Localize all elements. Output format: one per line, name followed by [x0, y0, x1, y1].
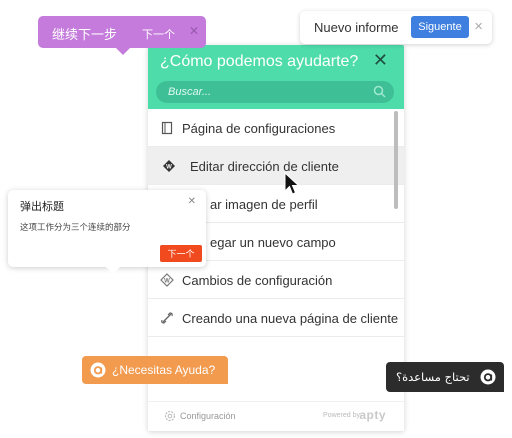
next-button[interactable]: Siguente: [411, 16, 469, 38]
apty-logo-icon: [480, 369, 496, 385]
panel-footer: Configuración Powered by apty: [148, 401, 404, 431]
list-item-label: ar imagen de perfil: [210, 197, 318, 212]
list-item[interactable]: Página de configuraciones: [148, 109, 404, 147]
popup-card: 弹出标题 ✕ 这项工作分为三个连续的部分 下一个: [8, 190, 206, 274]
walkthrough-icon: W: [163, 160, 175, 172]
list-item-label: Creando una nueva página de cliente: [182, 311, 399, 326]
popup-next-button[interactable]: 下一个: [160, 245, 202, 262]
step-tooltip: 继续下一步 下一个 ✕: [38, 16, 206, 55]
report-tip-text: Nuevo informe: [314, 20, 399, 35]
svg-text:W: W: [164, 279, 170, 285]
svg-text:W: W: [166, 165, 172, 171]
settings-link[interactable]: Configuración: [180, 411, 236, 421]
gear-icon[interactable]: [164, 410, 176, 422]
panel-title: ¿Cómo podemos ayudarte?: [160, 53, 359, 70]
popup-body: 这项工作分为三个连续的部分: [20, 223, 131, 233]
list-item-label: Página de configuraciones: [182, 121, 336, 136]
mouse-cursor-icon: [284, 172, 300, 195]
list-item[interactable]: Creando una nueva página de cliente: [148, 299, 404, 337]
search-box: [156, 81, 394, 103]
panel-header: ¿Cómo podemos ayudarte? ✕: [148, 45, 404, 109]
scrollbar[interactable]: [394, 111, 398, 209]
tooltip-next-button[interactable]: 下一个: [142, 26, 175, 42]
brand-logo: apty: [359, 408, 386, 422]
report-tip-close-button[interactable]: ✕: [474, 20, 483, 33]
help-button-arabic[interactable]: تحتاج مساعدة؟: [386, 362, 504, 392]
help-button-label: تحتاج مساعدة؟: [396, 370, 470, 384]
report-tip: Nuevo informe Siguente ✕: [300, 11, 492, 44]
popup-title: 弹出标题: [20, 200, 64, 213]
tooltip-text: 继续下一步: [52, 28, 118, 43]
powered-by-text: Powered by: [323, 412, 360, 419]
apty-logo-icon: [90, 362, 106, 378]
list-item-label: Editar dirección de cliente: [190, 159, 339, 174]
list-item-label: egar un nuevo campo: [210, 235, 336, 250]
page-icon: [161, 121, 173, 135]
popup-close-button[interactable]: ✕: [188, 196, 196, 207]
link-icon: [161, 312, 173, 324]
help-button-label: ¿Necesitas Ayuda?: [112, 363, 216, 377]
search-input[interactable]: [156, 81, 394, 103]
tooltip-close-button[interactable]: ✕: [189, 24, 199, 38]
list-item[interactable]: W Editar dirección de cliente: [148, 147, 404, 185]
help-button-spanish[interactable]: ¿Necesitas Ayuda?: [82, 356, 228, 384]
list-item-label: Cambios de configuración: [182, 273, 333, 288]
walkthrough-icon: W: [160, 273, 174, 287]
panel-close-button[interactable]: ✕: [373, 51, 388, 69]
search-icon[interactable]: [373, 85, 386, 98]
